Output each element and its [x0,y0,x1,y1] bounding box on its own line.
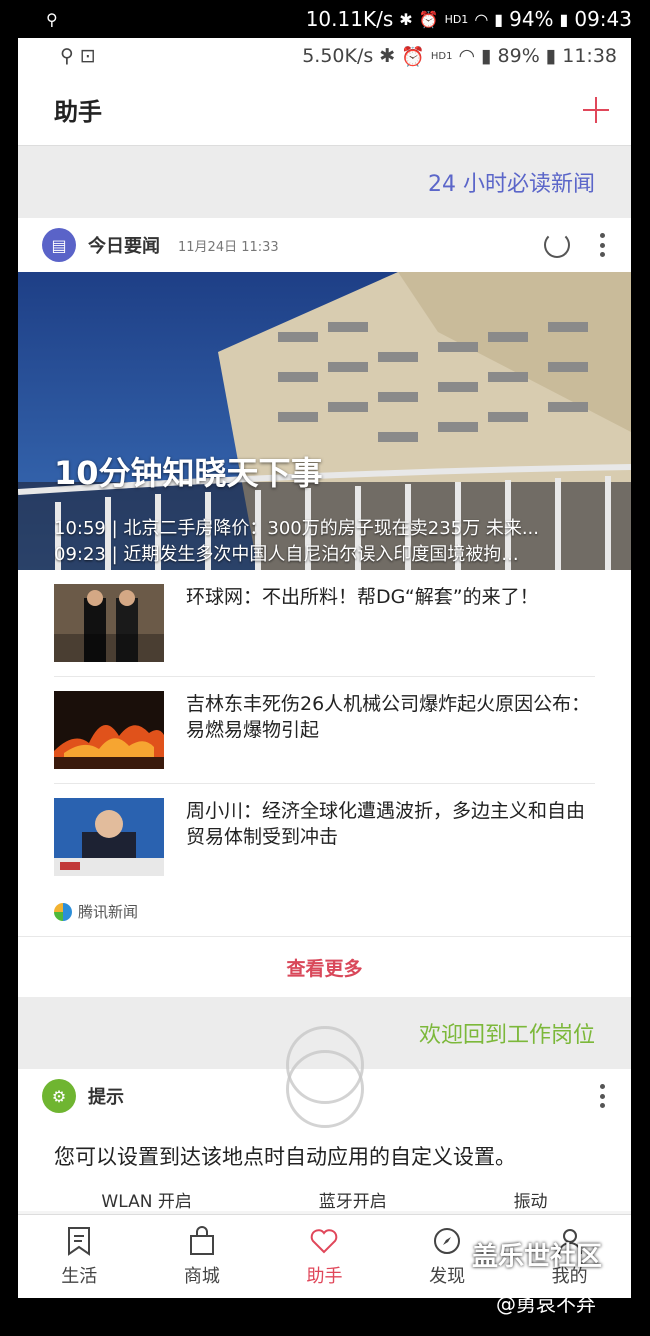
wifi-icon: ◠ [458,45,476,67]
nav-label: 助手 [306,1265,343,1287]
usb-icon: ⚲ [60,45,74,67]
battery-icon: ▮ [559,9,569,29]
news-thumbnail [54,798,164,876]
bookmark-icon [68,1226,91,1256]
touch-indicator [286,1050,364,1128]
section-heading-label: 欢迎回到工作岗位 [418,1023,595,1048]
wlan-action[interactable]: WLAN 开启 [101,1187,191,1211]
tip-actions: WLAN 开启 蓝牙开启 振动 [18,1181,631,1211]
hero-headline-1: 10:59 | 北京二手房降价：300万的房子现在卖235万 未来... [54,518,539,539]
alarm-icon: ⏰ [418,9,439,29]
news-card-title: 今日要闻 [88,236,160,257]
network-speed: 5.50K/s [302,45,374,67]
heart-icon [311,1228,338,1253]
hd-label: HD1 [444,12,469,26]
news-headline: 周小川：经济全球化遭遇波折，多边主义和自由贸易体制受到冲击 [186,800,586,848]
nav-item-mall[interactable]: 商城 [141,1215,264,1298]
tencent-news-icon [54,902,72,921]
watermark-title: 盖乐世社区 [472,1242,603,1272]
news-headline: 环球网：不出所料！帮DG“解套”的来了！ [186,586,539,608]
vibrate-action[interactable]: 振动 [514,1187,548,1211]
gear-icon: ⚙ [42,1079,76,1113]
news-list: 环球网：不出所料！帮DG“解套”的来了！ 吉林东丰死伤26人机械公司爆炸起火原因… [18,570,631,891]
bluetooth-icon: ✱ [399,9,413,29]
bluetooth-action[interactable]: 蓝牙开启 [319,1187,387,1211]
clock: 11:38 [562,45,617,67]
hero-banner[interactable]: 10分钟知晓天下事 10:59 | 北京二手房降价：300万的房子现在卖235万… [18,272,631,570]
news-headline: 吉林东丰死伤26人机械公司爆炸起火原因公布：易燃易爆物引起 [186,693,591,741]
news-card-date: 11月24日 11:33 [178,239,279,255]
signal-icon: ▮ [481,45,492,67]
news-card: ▤ 今日要闻 11月24日 11:33 10分钟知晓天下事 10:59 | 北京… [18,218,631,997]
page-title: 助手 [54,98,102,126]
add-button[interactable] [581,95,611,125]
news-thumbnail [54,691,164,769]
watermark-author: @勇哀不弃 [496,1292,596,1316]
bag-icon [189,1225,214,1255]
nav-label: 生活 [61,1265,98,1287]
refresh-icon[interactable] [544,232,570,258]
nav-label: 发现 [429,1265,466,1287]
source-label: 腾讯新闻 [78,903,139,921]
hero-headline-2: 09:23 | 近期发生多次中国人自尼泊尔误入印度国境被拘... [54,544,519,565]
section-heading-news: 24 小时必读新闻 [18,146,631,218]
tip-text: 您可以设置到达该地点时自动应用的自定义设置。 [54,1145,516,1169]
hd-label: HD1 [430,50,453,62]
signal-icon: ▮ [494,9,504,29]
news-source: 腾讯新闻 [18,891,631,937]
battery-percent: 89% [497,45,540,67]
hero-title: 10分钟知晓天下事 [54,454,323,492]
more-options-icon[interactable] [600,233,605,257]
outer-status-bar: ⚲ 10.11K/s ✱ ⏰ HD1 ◠ ▮ 94% ▮ 09:43 [0,0,650,38]
bluetooth-icon: ✱ [379,45,396,67]
list-item[interactable]: 吉林东丰死伤26人机械公司爆炸起火原因公布：易燃易爆物引起 [54,677,595,784]
alarm-icon: ⏰ [401,45,425,68]
battery-icon: ▮ [545,45,557,67]
phone-screen: ⚲ ⊡ 5.50K/s ✱ ⏰ HD1 ◠ ▮ 89% ▮ 11:38 助手 2… [18,38,631,1298]
nav-label: 商城 [183,1265,220,1287]
battery-percent: 94% [509,7,554,31]
list-item[interactable]: 周小川：经济全球化遭遇波折，多边主义和自由贸易体制受到冲击 [54,784,595,891]
usb-icon: ⚲ [46,9,58,29]
screenshot-icon: ⊡ [79,45,96,67]
news-card-header: ▤ 今日要闻 11月24日 11:33 [18,218,631,272]
section-heading-label: 24 小时必读新闻 [428,172,595,197]
see-more-button[interactable]: 查看更多 [18,937,631,997]
nav-item-assistant[interactable]: 助手 [263,1215,386,1298]
wifi-icon: ◠ [474,9,489,29]
compass-icon [434,1227,461,1254]
app-header: 助手 [18,74,631,146]
list-item[interactable]: 环球网：不出所料！帮DG“解套”的来了！ [54,570,595,677]
clock: 09:43 [574,7,632,31]
newspaper-icon: ▤ [42,228,76,262]
news-thumbnail [54,584,164,662]
nav-item-life[interactable]: 生活 [18,1215,141,1298]
inner-status-bar: ⚲ ⊡ 5.50K/s ✱ ⏰ HD1 ◠ ▮ 89% ▮ 11:38 [18,38,631,74]
more-options-icon[interactable] [600,1084,605,1108]
network-speed: 10.11K/s [305,7,394,31]
